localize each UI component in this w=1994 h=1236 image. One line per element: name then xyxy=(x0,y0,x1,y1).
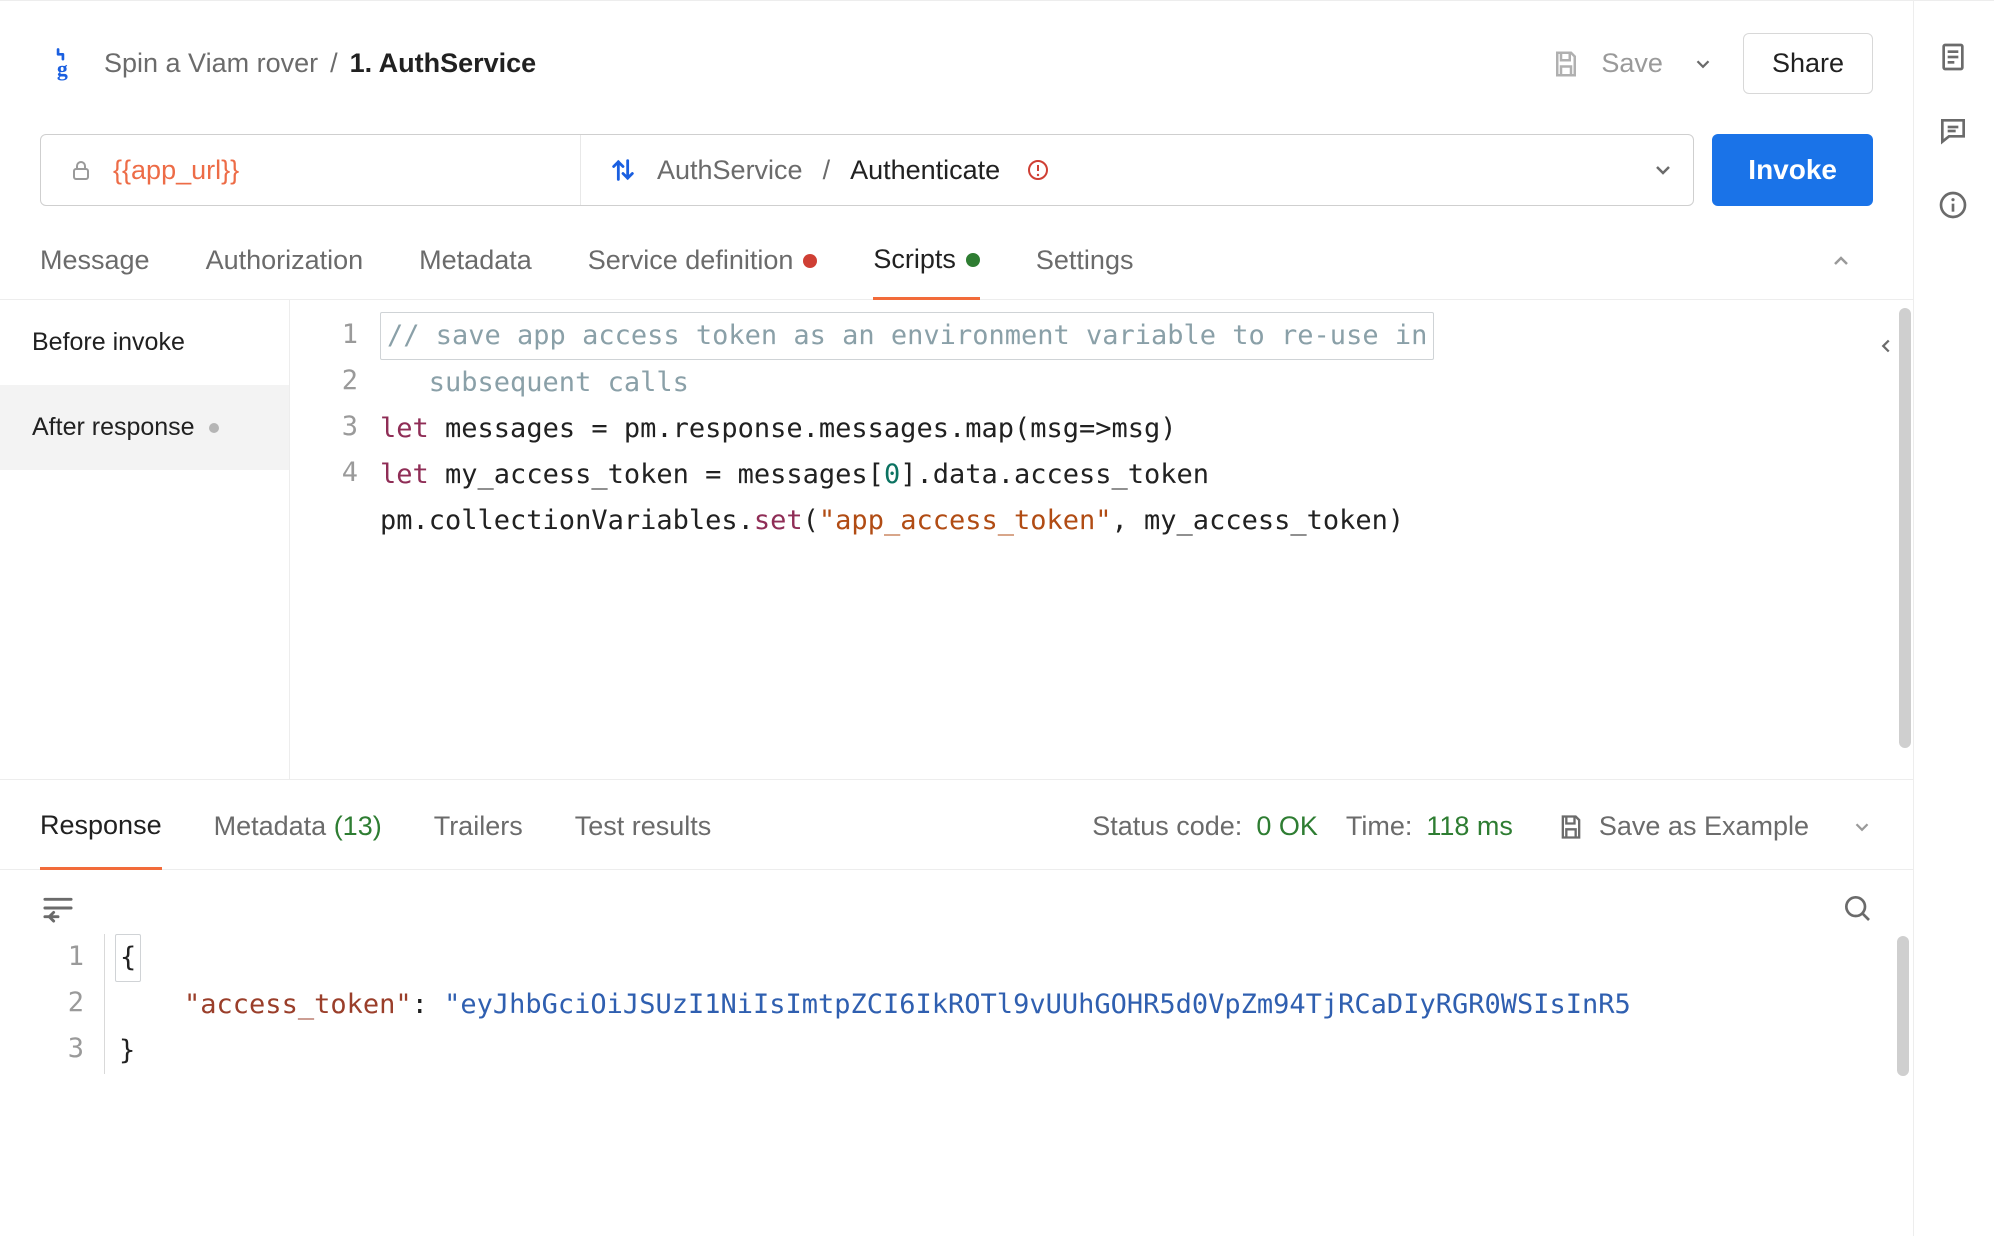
line-number: 3 xyxy=(290,404,358,450)
code-text: my_access_token = messages[ xyxy=(429,459,884,490)
tab-scripts-label: Scripts xyxy=(873,244,956,275)
code-text: ( xyxy=(803,505,819,536)
response-editor[interactable]: 1 2 3 { "access_token": "eyJhbGciOiJSUzI… xyxy=(0,934,1913,1074)
json-colon: : xyxy=(412,989,445,1020)
status-code-value: 0 OK xyxy=(1256,811,1318,842)
resp-tab-trailers[interactable]: Trailers xyxy=(434,811,523,868)
service-sep: / xyxy=(823,155,831,186)
save-as-example-button[interactable]: Save as Example xyxy=(1557,811,1809,842)
code-call: set xyxy=(754,505,803,536)
script-editor[interactable]: 1 2 3 4 // save app access token as an e… xyxy=(290,300,1913,779)
response-gutter: 1 2 3 xyxy=(34,934,104,1074)
invoke-button[interactable]: Invoke xyxy=(1712,134,1873,206)
code-comment: // save app access token as an environme… xyxy=(387,320,1427,351)
breadcrumb-parent[interactable]: Spin a Viam rover xyxy=(104,48,318,79)
code-text: messages = pm.response.messages.map(msg=… xyxy=(429,413,1177,444)
scripts-sidebar: Before invoke After response xyxy=(0,300,290,779)
right-sidebar xyxy=(1914,1,1994,1236)
resp-tab-metadata-label: Metadata xyxy=(214,811,327,841)
save-as-example-label: Save as Example xyxy=(1599,811,1809,842)
share-button[interactable]: Share xyxy=(1743,33,1873,94)
tab-settings[interactable]: Settings xyxy=(1036,245,1134,298)
status-dot-red-icon xyxy=(803,254,817,268)
line-number: 4 xyxy=(290,450,358,496)
status-code-label: Status code: xyxy=(1092,811,1242,842)
server-url-variable[interactable]: {{app_url}} xyxy=(113,155,239,186)
line-number: 2 xyxy=(34,980,84,1026)
status-dot-green-icon xyxy=(966,253,980,267)
sidebar-item-after-response[interactable]: After response xyxy=(0,385,289,470)
grpc-icon: g xyxy=(54,47,84,81)
resp-tab-test-results[interactable]: Test results xyxy=(575,811,712,868)
code-text: pm.collectionVariables. xyxy=(380,505,754,536)
tab-message[interactable]: Message xyxy=(40,245,150,298)
service-name[interactable]: AuthService xyxy=(657,155,803,186)
tab-authorization[interactable]: Authorization xyxy=(206,245,364,298)
resp-tab-metadata-count: (13) xyxy=(334,811,382,841)
editor-gutter: 1 2 3 4 xyxy=(290,300,380,779)
json-string: "eyJhbGciOiJSUzI1NiIsImtpZCI6IkROTl9vUUh… xyxy=(444,989,1631,1020)
request-tabs: Message Authorization Metadata Service d… xyxy=(0,226,1913,300)
scripts-area: Before invoke After response 1 2 3 4 // … xyxy=(0,300,1913,780)
url-box[interactable]: {{app_url}} AuthService / Authenticate xyxy=(40,134,1694,206)
sidebar-item-label: Before invoke xyxy=(32,328,185,357)
json-brace: { xyxy=(115,934,141,982)
comments-icon[interactable] xyxy=(1937,115,1971,149)
header-row: g Spin a Viam rover / 1. AuthService Sav… xyxy=(0,5,1913,134)
line-number: 3 xyxy=(34,1026,84,1072)
sidebar-item-label: After response xyxy=(32,413,195,442)
documentation-icon[interactable] xyxy=(1937,41,1971,75)
breadcrumb: Spin a Viam rover / 1. AuthService xyxy=(104,48,536,79)
info-icon[interactable] xyxy=(1937,189,1971,223)
search-icon[interactable] xyxy=(1841,892,1873,924)
tab-scripts[interactable]: Scripts xyxy=(873,244,980,300)
breadcrumb-current: 1. AuthService xyxy=(350,48,537,79)
save-button[interactable]: Save xyxy=(1601,48,1663,79)
code-kw: let xyxy=(380,459,429,490)
json-brace: } xyxy=(119,1035,135,1066)
code-text: , my_access_token) xyxy=(1112,505,1405,536)
line-number: 2 xyxy=(290,358,358,404)
code-string: "app_access_token" xyxy=(819,505,1112,536)
resp-tab-response[interactable]: Response xyxy=(40,810,162,870)
collapse-editor-chevron-icon[interactable] xyxy=(1875,335,1897,357)
editor-scrollbar[interactable] xyxy=(1899,308,1911,748)
line-wrap-icon[interactable] xyxy=(40,892,76,924)
modified-dot-icon xyxy=(209,423,219,433)
time-value: 118 ms xyxy=(1426,811,1513,842)
svg-text:g: g xyxy=(57,57,68,81)
method-dropdown-chevron-icon[interactable] xyxy=(1633,158,1693,182)
tab-service-definition[interactable]: Service definition xyxy=(588,245,818,298)
request-row: {{app_url}} AuthService / Authenticate xyxy=(0,134,1913,226)
tab-service-definition-label: Service definition xyxy=(588,245,794,276)
floppy-icon[interactable] xyxy=(1551,49,1581,79)
line-number: 1 xyxy=(290,312,358,358)
response-scrollbar[interactable] xyxy=(1897,936,1909,1076)
code-text: ].data.access_token xyxy=(900,459,1209,490)
time-label: Time: xyxy=(1346,811,1413,842)
sidebar-item-before-invoke[interactable]: Before invoke xyxy=(0,300,289,385)
response-dropdown-chevron-icon[interactable] xyxy=(1851,816,1873,838)
resp-tab-metadata[interactable]: Metadata (13) xyxy=(214,811,382,868)
collapse-request-chevron-icon[interactable] xyxy=(1829,249,1873,295)
code-num: 0 xyxy=(884,459,900,490)
breadcrumb-sep: / xyxy=(330,48,338,79)
bidirectional-arrows-icon xyxy=(609,155,637,185)
response-toolbar xyxy=(0,870,1913,934)
floppy-icon xyxy=(1557,813,1585,841)
line-number: 1 xyxy=(34,934,84,980)
lock-icon xyxy=(69,157,93,183)
editor-code[interactable]: // save app access token as an environme… xyxy=(380,300,1913,779)
response-tabs: Response Metadata (13) Trailers Test res… xyxy=(0,780,1913,870)
save-dropdown-chevron-icon[interactable] xyxy=(1683,53,1723,75)
code-comment: subsequent calls xyxy=(380,367,689,398)
method-name[interactable]: Authenticate xyxy=(850,155,1000,186)
tab-metadata[interactable]: Metadata xyxy=(419,245,532,298)
warning-icon[interactable] xyxy=(1026,158,1050,182)
code-kw: let xyxy=(380,413,429,444)
json-key: "access_token" xyxy=(184,989,412,1020)
response-code[interactable]: { "access_token": "eyJhbGciOiJSUzI1NiIsI… xyxy=(104,934,1913,1074)
